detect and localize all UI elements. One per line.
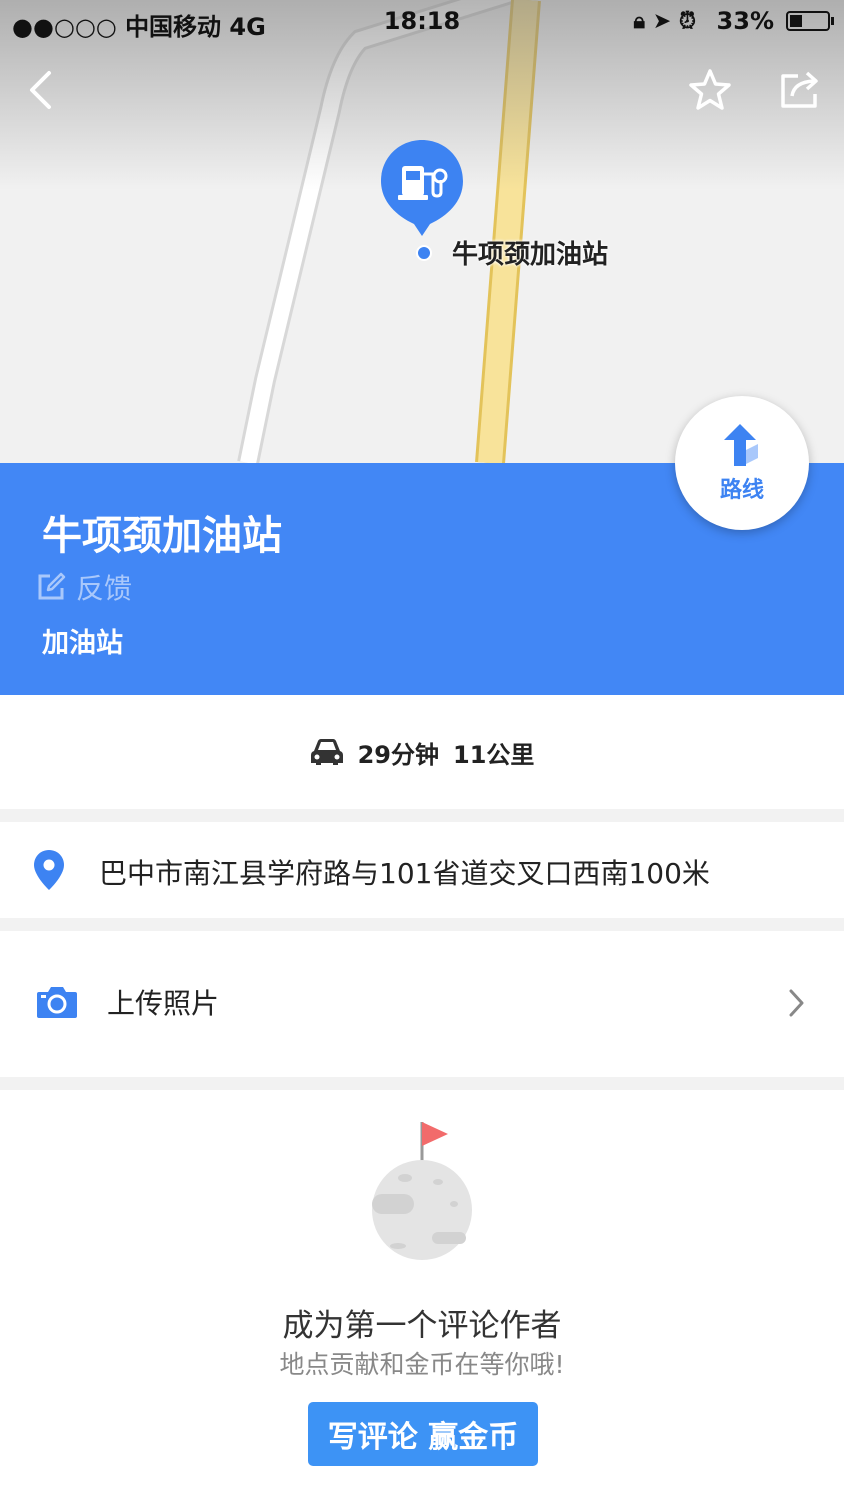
write-review-button[interactable]: 写评论 赢金币 <box>308 1402 538 1466</box>
drive-distance: 11公里 <box>453 740 535 769</box>
drive-info[interactable]: 29分钟 11公里 <box>0 695 844 809</box>
star-outline-icon <box>689 69 731 110</box>
edit-icon <box>38 572 66 600</box>
route-button[interactable]: 路线 <box>675 396 809 530</box>
alarm-icon: ⏰︎ <box>678 9 696 34</box>
moon-flag-icon <box>372 1122 472 1260</box>
divider <box>0 918 844 931</box>
orientation-lock-icon: 🔒︎ <box>633 9 646 34</box>
route-label: 路线 <box>719 478 764 503</box>
location-dot <box>416 245 432 261</box>
camera-icon <box>37 987 77 1018</box>
location-arrow-icon: ➤ <box>652 9 672 34</box>
feedback-label: 反馈 <box>76 572 133 605</box>
upload-photo-label: 上传照片 <box>107 987 220 1020</box>
map-poi-label: 牛项颈加油站 <box>452 240 609 270</box>
favorite-button[interactable] <box>680 60 740 120</box>
place-category: 加油站 <box>42 628 123 659</box>
status-icons: 🔒︎ ➤ ⏰︎ <box>633 9 696 34</box>
battery-icon <box>786 11 830 31</box>
feedback-link[interactable]: 反馈 <box>36 567 132 607</box>
review-empty-subtitle: 地点贡献和金币在等你哦! <box>279 1350 565 1379</box>
address-text: 巴中市南江县学府路与101省道交叉口西南100米 <box>99 857 710 890</box>
gas-station-marker[interactable] <box>379 138 465 238</box>
share-button[interactable] <box>770 60 830 120</box>
route-arrow-icon <box>724 424 758 466</box>
chevron-right-icon <box>789 989 804 1017</box>
back-button[interactable] <box>10 60 70 120</box>
upload-photo-row[interactable]: 上传照片 <box>0 931 844 1077</box>
car-icon <box>310 739 343 765</box>
share-icon <box>781 71 818 108</box>
drive-duration: 29分钟 <box>357 740 439 769</box>
chevron-left-icon <box>30 71 51 109</box>
divider <box>0 1077 844 1090</box>
address-row[interactable]: 巴中市南江县学府路与101省道交叉口西南100米 <box>0 822 844 918</box>
empty-review-section: 成为第一个评论作者 地点贡献和金币在等你哦! 写评论 赢金币 <box>0 1090 844 1500</box>
battery-percent: 33% <box>716 7 774 35</box>
status-bar: ●●○○○ 中国移动 4G 18:18 🔒︎ ➤ ⏰︎ 33% <box>0 0 844 42</box>
gas-station-icon <box>398 166 448 200</box>
battery-nub <box>831 17 834 25</box>
divider <box>0 809 844 822</box>
review-empty-title: 成为第一个评论作者 <box>282 1308 562 1344</box>
location-pin-icon <box>34 850 64 890</box>
place-title: 牛项颈加油站 <box>42 513 282 559</box>
